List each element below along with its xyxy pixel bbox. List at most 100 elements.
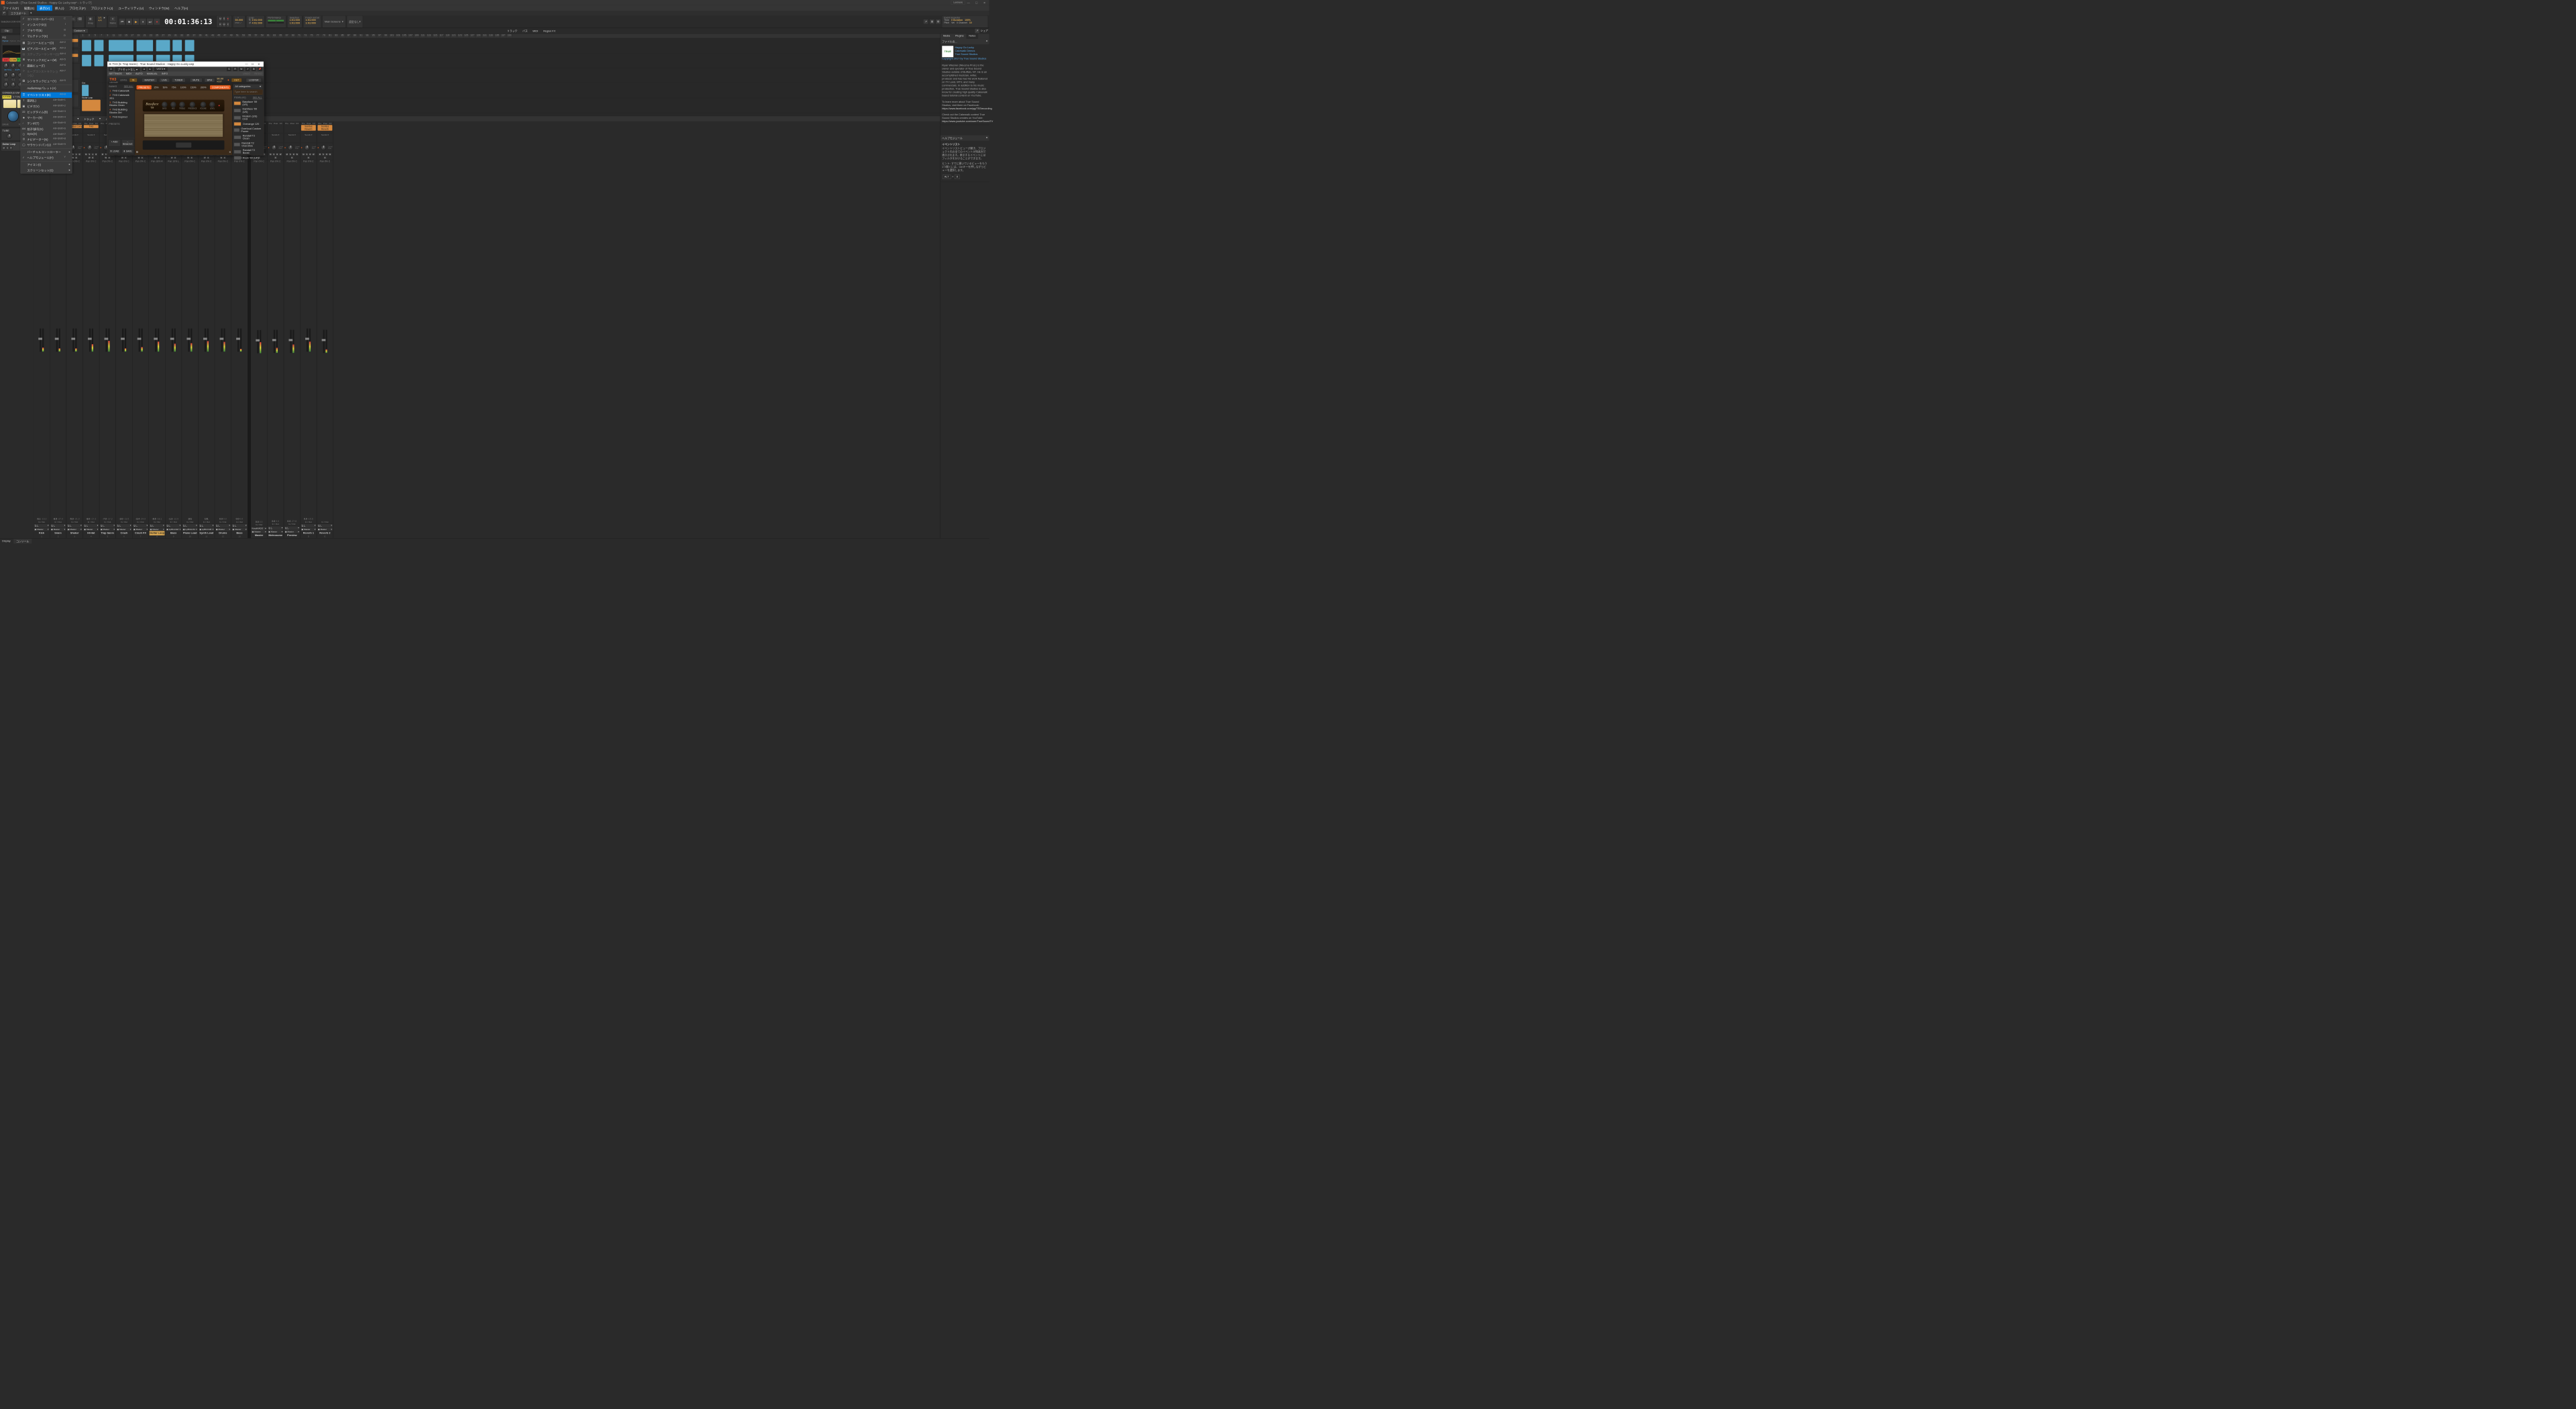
time-ruler[interactable]: 1357911131517192123252729313335373941434… (80, 34, 941, 38)
minimize-button[interactable]: — (965, 1, 972, 5)
amp-head[interactable]: Bassface '59 BASS MID TREBLE PRESENCE VO… (143, 100, 225, 112)
output-select[interactable]: ▣ Master▾ (67, 528, 83, 531)
plugin-w[interactable]: W (239, 67, 244, 71)
ruler-tick[interactable]: 91 (358, 34, 364, 38)
time-display[interactable]: 00:01:36:13 (162, 17, 215, 26)
output-select[interactable]: ▣ LpBIntrnM▾ (199, 528, 214, 531)
ruler-tick[interactable]: 3 (86, 34, 92, 38)
input-select[interactable]: なし▾ (232, 524, 248, 527)
notes-link1[interactable]: https://www.facebook.com/pg/TSSrecording (942, 107, 987, 110)
bank-load[interactable]: ⬆ LOAD (109, 149, 121, 154)
close-button[interactable]: ✕ (981, 1, 988, 4)
ruler-tick[interactable]: 49 (228, 34, 234, 38)
strip-write[interactable]: W (170, 156, 174, 160)
volume-fader[interactable] (40, 329, 41, 352)
ruler-tick[interactable]: 47 (222, 34, 228, 38)
w-btn[interactable]: W (223, 22, 226, 28)
menu-insert[interactable]: 挿入(I) (52, 5, 66, 11)
audio-clip[interactable] (185, 40, 195, 52)
volume-fader[interactable] (122, 329, 123, 352)
ruler-tick[interactable]: 1 (80, 34, 86, 38)
ruler-tick[interactable]: 15 (123, 34, 129, 38)
dd-multidock[interactable]: マルチドック(K)D (21, 34, 72, 39)
ruler-tick[interactable]: 33 (178, 34, 184, 38)
help-close-icon[interactable]: ▸ (986, 136, 987, 140)
ptab-auto[interactable]: AUTO (136, 72, 143, 75)
zoom-100[interactable]: 100% (178, 85, 187, 89)
channel-name[interactable]: Metronome (268, 533, 283, 538)
tab-regionfx[interactable]: Region FX (541, 30, 558, 34)
ruler-tick[interactable]: 69 (290, 34, 296, 38)
tube-knob-1[interactable] (7, 134, 12, 139)
strip-write[interactable]: W (329, 153, 332, 156)
strip-more[interactable]: ⚙ (307, 156, 311, 160)
ruler-tick[interactable]: 77 (315, 34, 321, 38)
volume-fader[interactable] (72, 329, 74, 352)
ei-channel[interactable]: 10 (969, 21, 972, 24)
plugin-preset[interactable]: プリセットなし ▾ (115, 66, 140, 71)
ruler-tick[interactable]: 21 (142, 34, 148, 38)
component-item[interactable]: Randall T2 Overdrive (233, 141, 264, 148)
input-select[interactable]: なし▾ (67, 524, 83, 527)
strip-read[interactable]: R (276, 153, 279, 156)
menu-project[interactable]: プロジェクト(J) (89, 5, 116, 11)
input-select[interactable]: なし▾ (284, 527, 300, 530)
dd-bigtime[interactable]: 22ビッグタイム(B)Alt+Shift+3 (21, 109, 72, 115)
output-select[interactable]: ▣ Master▾ (83, 528, 99, 531)
strip-solo[interactable]: S (288, 153, 292, 156)
items-seeall[interactable]: SEE ALL (253, 97, 262, 99)
ruler-tick[interactable]: 99 (383, 34, 389, 38)
ruler-tick[interactable]: 105 (401, 34, 407, 38)
dd-console[interactable]: ▦コンソールビュー(O)Alt+2 (21, 40, 72, 46)
menu-process[interactable]: プロセス(P) (66, 5, 88, 11)
ruler-tick[interactable]: 129 (476, 34, 482, 38)
mute-all[interactable]: M (219, 16, 222, 21)
ruler-tick[interactable]: 137 (500, 34, 506, 38)
ruler-tick[interactable]: 85 (339, 34, 345, 38)
input-select[interactable]: なし▾ (34, 524, 50, 527)
ruler-tick[interactable]: 71 (297, 34, 303, 38)
ruler-tick[interactable]: 25 (154, 34, 160, 38)
amp-volume-knob[interactable] (201, 102, 206, 107)
strip-arm[interactable]: ● (74, 153, 78, 156)
dd-pianoroll[interactable]: 🎹ピアノロールビュー(P)Alt+3 (21, 46, 72, 51)
strip-solo[interactable]: S (305, 153, 309, 156)
ruler-tick[interactable]: 101 (389, 34, 395, 38)
plugin-pin[interactable]: 📌 (258, 67, 262, 71)
ruler-tick[interactable]: 29 (166, 34, 172, 38)
r-btn[interactable]: R (219, 22, 222, 28)
fx-slot[interactable]: Sonitus Reverb (317, 125, 332, 130)
output-select[interactable]: ▣ Master▾ (100, 528, 115, 531)
dd-icons[interactable]: アイコン(I)▸ (21, 162, 72, 167)
volume-fader[interactable] (237, 329, 239, 352)
master-btn[interactable]: MASTER (142, 78, 157, 82)
ptab-info[interactable]: INFO (162, 72, 168, 75)
volume-fader[interactable] (56, 329, 58, 352)
zoom-50[interactable]: 50% (161, 85, 169, 89)
ruler-tick[interactable]: 117 (439, 34, 445, 38)
strip-mute[interactable]: M (285, 153, 288, 156)
strip-more[interactable]: ⚙ (274, 156, 277, 160)
strip-power[interactable]: ● (83, 146, 85, 149)
ruler-tick[interactable]: 103 (395, 34, 401, 38)
amp-bass-knob[interactable] (162, 102, 167, 107)
output-select[interactable]: ▣ Master▾ (50, 528, 66, 531)
strip-read[interactable]: R (95, 153, 98, 156)
strip-write[interactable]: W (220, 156, 223, 160)
volume-fader[interactable] (323, 330, 324, 354)
ruler-tick[interactable]: 37 (191, 34, 197, 38)
ruler-tick[interactable]: 55 (247, 34, 253, 38)
plugin-redo[interactable]: REDO (254, 72, 262, 75)
ruler-tick[interactable]: 81 (327, 34, 333, 38)
ruler-tick[interactable]: 93 (364, 34, 370, 38)
output-select[interactable]: ▣ Master▾ (117, 528, 132, 531)
eq-q-1[interactable] (3, 82, 9, 87)
strip-power[interactable]: ● (317, 146, 319, 149)
volume-fader[interactable] (89, 329, 91, 352)
plugin-a2[interactable]: ⊞ (252, 67, 256, 71)
dd-synthrack[interactable]: ▧シンセラックビュー(Y)Alt+9 (21, 79, 72, 84)
marks-button[interactable]: ◊ (110, 16, 116, 21)
menu-view[interactable]: 表示(V) (37, 5, 52, 11)
input-select[interactable]: なし▾ (83, 524, 99, 527)
volume-fader[interactable] (205, 329, 206, 352)
